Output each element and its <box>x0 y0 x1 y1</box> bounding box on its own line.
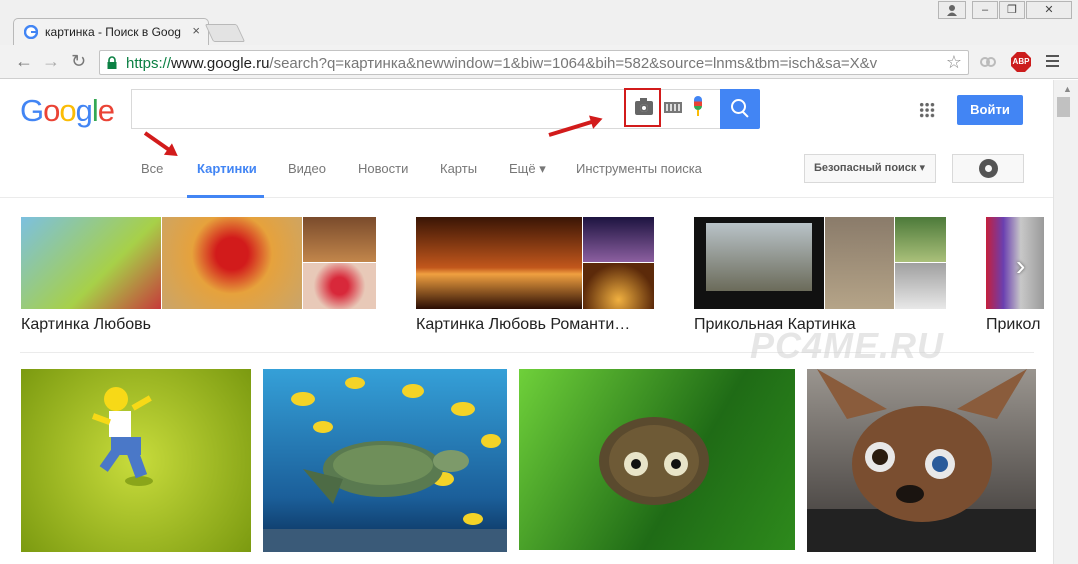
adblock-plus-icon[interactable]: ABP <box>1011 52 1031 72</box>
tab-news[interactable]: Новости <box>358 161 408 176</box>
minimize-button[interactable]: ‒ <box>972 1 998 19</box>
google-logo[interactable]: Google <box>20 93 115 129</box>
tab-search-tools[interactable]: Инструменты поиска <box>576 161 702 176</box>
url-text: https://www.google.ru/search?q=картинка&… <box>126 55 878 72</box>
camera-icon <box>635 98 653 115</box>
lock-icon <box>107 56 117 69</box>
related-label[interactable]: Картинка Любовь Романти… <box>416 316 630 334</box>
watermark: PC4ME.RU <box>750 325 945 366</box>
microphone-icon[interactable] <box>694 96 702 110</box>
related-thumbnail <box>895 263 946 309</box>
related-thumbnail <box>416 217 582 309</box>
tab-title: картинка - Поиск в Goog <box>45 25 181 39</box>
microphone-stand <box>697 110 699 116</box>
related-thumbnail <box>895 217 946 262</box>
related-card[interactable] <box>986 217 1044 309</box>
related-label[interactable]: Картинка Любовь <box>21 316 151 334</box>
maximize-button[interactable]: ❐ <box>999 1 1025 19</box>
tab-images[interactable]: Картинки <box>197 161 257 176</box>
scroll-up-icon[interactable]: ▲ <box>1063 84 1072 94</box>
related-thumbnail <box>162 217 302 309</box>
gear-icon <box>981 161 996 176</box>
browser-menu-icon[interactable] <box>1046 55 1059 70</box>
image-result-homer[interactable] <box>21 369 251 552</box>
browser-tabstrip: картинка - Поиск в Goog × ‒ ❐ ✕ <box>0 0 1078 45</box>
result-image <box>263 377 507 552</box>
logo-letter: e <box>97 93 115 128</box>
new-tab-button[interactable] <box>204 24 246 42</box>
related-thumbnail <box>986 217 1044 309</box>
google-images-page: Google Войти Все Картинки Видео Новости … <box>0 80 1053 564</box>
logo-letter: o <box>59 93 76 128</box>
related-card[interactable] <box>416 217 654 309</box>
related-card[interactable] <box>21 217 376 309</box>
forward-icon[interactable]: → <box>42 52 60 70</box>
result-image <box>807 369 1036 552</box>
browser-toolbar: ← → ↻ https://www.google.ru/search?q=кар… <box>0 45 1078 79</box>
logo-letter: g <box>75 93 93 128</box>
related-thumbnail <box>303 217 376 262</box>
extension-link-icon[interactable] <box>978 52 998 72</box>
image-result-fuzzy-creature[interactable] <box>519 369 795 550</box>
settings-button[interactable] <box>952 154 1024 183</box>
tab-maps[interactable]: Карты <box>440 161 477 176</box>
related-thumbnail <box>21 217 161 309</box>
apps-grid-icon[interactable] <box>919 102 935 118</box>
search-button[interactable] <box>720 89 760 129</box>
tab-all[interactable]: Все <box>141 161 163 176</box>
active-tab-underline <box>187 195 264 198</box>
address-bar[interactable]: https://www.google.ru/search?q=картинка&… <box>99 50 969 75</box>
image-result-turtle[interactable] <box>263 369 507 552</box>
result-image <box>91 387 153 486</box>
search-tabs: Все Картинки Видео Новости Карты Ещё ▾ И… <box>0 140 1053 198</box>
related-thumbnail <box>583 217 654 262</box>
reload-icon[interactable]: ↻ <box>71 52 86 70</box>
tab-more[interactable]: Ещё ▾ <box>509 161 546 177</box>
page-scrollbar[interactable]: ▲ <box>1053 80 1078 564</box>
chevron-right-icon[interactable]: › <box>1016 250 1025 282</box>
related-thumbnail <box>583 263 654 309</box>
logo-letter: G <box>20 93 44 128</box>
safe-search-dropdown[interactable]: Безопасный поиск ▾ <box>804 154 936 183</box>
related-thumbnail <box>303 263 376 309</box>
related-thumbnail <box>694 217 824 309</box>
tab-video[interactable]: Видео <box>288 161 326 176</box>
search-by-image-button[interactable] <box>624 88 661 127</box>
google-favicon-icon <box>24 25 38 39</box>
related-thumbnail <box>825 217 894 309</box>
related-card[interactable] <box>694 217 946 309</box>
scroll-thumb[interactable] <box>1057 97 1070 117</box>
image-result-chihuahua[interactable] <box>807 369 1036 552</box>
close-window-button[interactable]: ✕ <box>1026 1 1072 19</box>
related-label[interactable]: Прикол <box>986 316 1044 334</box>
browser-tab[interactable]: картинка - Поиск в Goog × <box>13 18 209 45</box>
logo-letter: o <box>43 93 60 128</box>
result-image <box>599 417 709 505</box>
keyboard-icon[interactable] <box>664 102 682 113</box>
back-icon[interactable]: ← <box>15 52 33 70</box>
tab-close-icon[interactable]: × <box>192 23 200 38</box>
user-icon[interactable] <box>938 1 966 19</box>
login-button[interactable]: Войти <box>957 95 1023 125</box>
bookmark-star-icon[interactable]: ☆ <box>946 52 962 73</box>
